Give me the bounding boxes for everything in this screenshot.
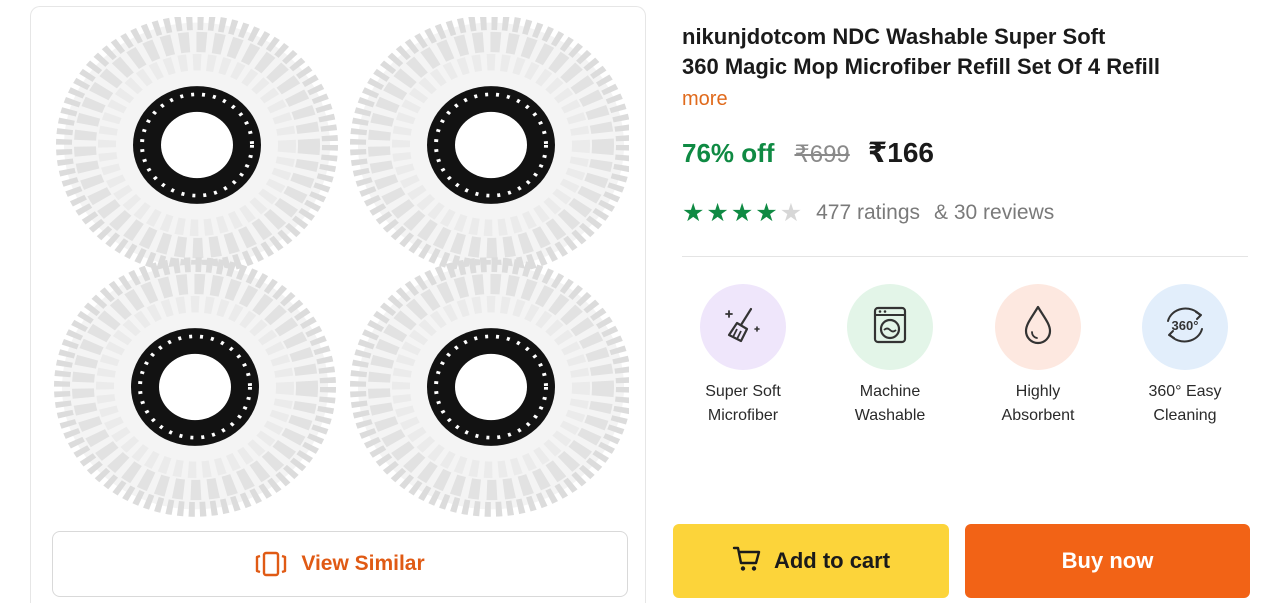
star-empty-icon: ★ (779, 199, 803, 227)
svg-text:360°: 360° (1172, 318, 1199, 333)
feature-label: Machine Washable (854, 383, 926, 424)
feature-highlights: Super Soft Microfiber Machine Washable H… (690, 284, 1250, 434)
view-similar-button[interactable]: View Similar (52, 531, 628, 597)
reviews-count: & 30 reviews (934, 201, 1055, 224)
more-link[interactable]: more (682, 84, 728, 114)
washing-machine-icon (869, 304, 911, 351)
feature-circle (847, 284, 933, 370)
feature-item-highly-absorbent: Highly Absorbent (978, 284, 1098, 428)
rotate-360-icon: 360° (1160, 303, 1210, 352)
feature-item-360-cleaning: 360° 360° Easy Cleaning (1125, 284, 1245, 428)
ratings-count: 477 ratings (816, 201, 921, 224)
product-image[interactable] (49, 17, 629, 527)
feature-circle: 360° (1142, 284, 1228, 370)
cart-icon (732, 545, 762, 578)
star-filled-icon: ★ (755, 199, 778, 227)
buy-now-button[interactable]: Buy now (965, 524, 1250, 598)
view-similar-label: View Similar (301, 552, 425, 575)
feature-item-machine-washable: Machine Washable (830, 284, 950, 428)
feature-label: Super Soft Microfiber (705, 383, 781, 424)
feature-item-super-soft: Super Soft Microfiber (683, 284, 803, 428)
buy-now-label: Buy now (1061, 548, 1154, 573)
star-filled-icon: ★ (682, 199, 705, 227)
product-title-line1: nikunjdotcom NDC Washable Super Soft (682, 24, 1106, 49)
star-filled-icon: ★ (730, 199, 754, 227)
rating-row[interactable]: ★ ★ ★ ★ ★ 477 ratings & 30 reviews (682, 198, 1054, 228)
water-drop-icon (1018, 303, 1058, 352)
view-similar-icon (255, 551, 287, 577)
add-to-cart-button[interactable]: Add to cart (673, 524, 949, 598)
star-rating: ★ ★ ★ ★ ★ (682, 198, 802, 228)
price-row: 76% off ₹699 ₹166 (682, 136, 934, 169)
product-title: nikunjdotcom NDC Washable Super Soft 360… (682, 22, 1252, 82)
feature-circle (995, 284, 1081, 370)
star-filled-icon: ★ (706, 199, 729, 227)
feature-label: Highly Absorbent (1001, 383, 1075, 424)
selling-price: ₹166 (867, 137, 934, 168)
product-details: nikunjdotcom NDC Washable Super Soft 360… (682, 22, 1252, 114)
discount-percent: 76% off (682, 138, 775, 168)
feature-circle (700, 284, 786, 370)
product-title-line2: 360 Magic Mop Microfiber Refill Set Of 4… (682, 54, 1160, 79)
section-divider (682, 256, 1248, 257)
add-to-cart-label: Add to cart (773, 548, 891, 573)
product-image-card (30, 6, 646, 603)
original-price: ₹699 (794, 141, 850, 168)
feature-label: 360° Easy Cleaning (1148, 383, 1222, 424)
broom-sparkle-icon (721, 303, 765, 352)
